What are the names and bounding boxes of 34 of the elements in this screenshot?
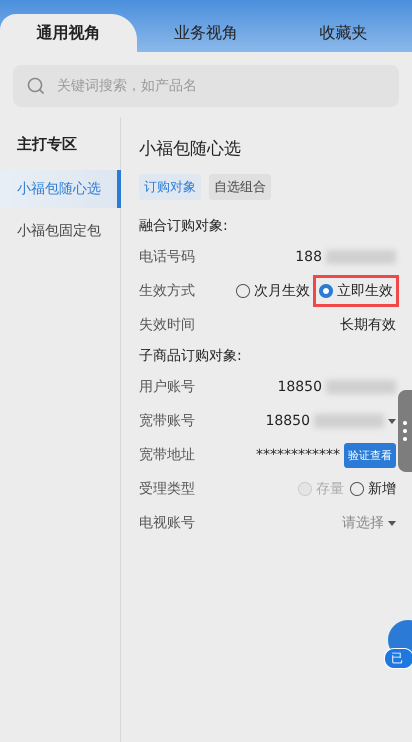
sub-tab[interactable]: 订购对象 xyxy=(139,174,201,200)
field-label: 宽带账号 xyxy=(139,412,195,430)
section-heading: 子商品订购对象: xyxy=(139,347,243,366)
sidebar-item[interactable]: 小福包随心选 xyxy=(0,170,121,208)
field-label: 受理类型 xyxy=(139,480,195,498)
field-value: 188 xyxy=(295,249,322,265)
field-label: 电视账号 xyxy=(139,514,195,532)
verify-button[interactable]: 验证查看 xyxy=(344,442,396,468)
sub-tab[interactable]: 自选组合 xyxy=(209,174,271,200)
field-value: 长期有效 xyxy=(340,316,396,334)
radio-option[interactable]: 立即生效 xyxy=(316,278,396,304)
sidebar-item[interactable]: 小福包固定包 xyxy=(0,212,121,250)
field-label: 宽带地址 xyxy=(139,446,195,464)
field-label: 电话号码 xyxy=(139,248,195,266)
search-icon xyxy=(27,77,45,95)
masked-address: ************ xyxy=(256,447,340,463)
select-field[interactable]: 18850 xyxy=(265,413,396,429)
search-field[interactable]: 关键词搜索，如产品名 xyxy=(13,65,399,107)
more-handle[interactable] xyxy=(398,390,412,472)
field-label: 用户账号 xyxy=(139,378,195,396)
panel-title: 小福包随心选 xyxy=(139,138,242,160)
sidebar-heading: 主打专区 xyxy=(16,135,78,155)
search-input[interactable]: 关键词搜索，如产品名 xyxy=(55,77,385,95)
tab[interactable]: 通用视角 xyxy=(0,14,138,52)
section-heading: 融合订购对象: xyxy=(139,217,229,236)
radio-option[interactable]: 新增 xyxy=(350,480,396,498)
caret-icon xyxy=(388,418,396,424)
tab[interactable]: 收藏夹 xyxy=(274,14,412,52)
field-value: 18850 xyxy=(277,379,322,395)
caret-icon xyxy=(388,520,396,526)
tab[interactable]: 业务视角 xyxy=(137,14,275,52)
radio-option[interactable]: 次月生效 xyxy=(236,282,310,300)
field-label: 生效方式 xyxy=(139,282,195,300)
field-label: 失效时间 xyxy=(139,316,195,334)
